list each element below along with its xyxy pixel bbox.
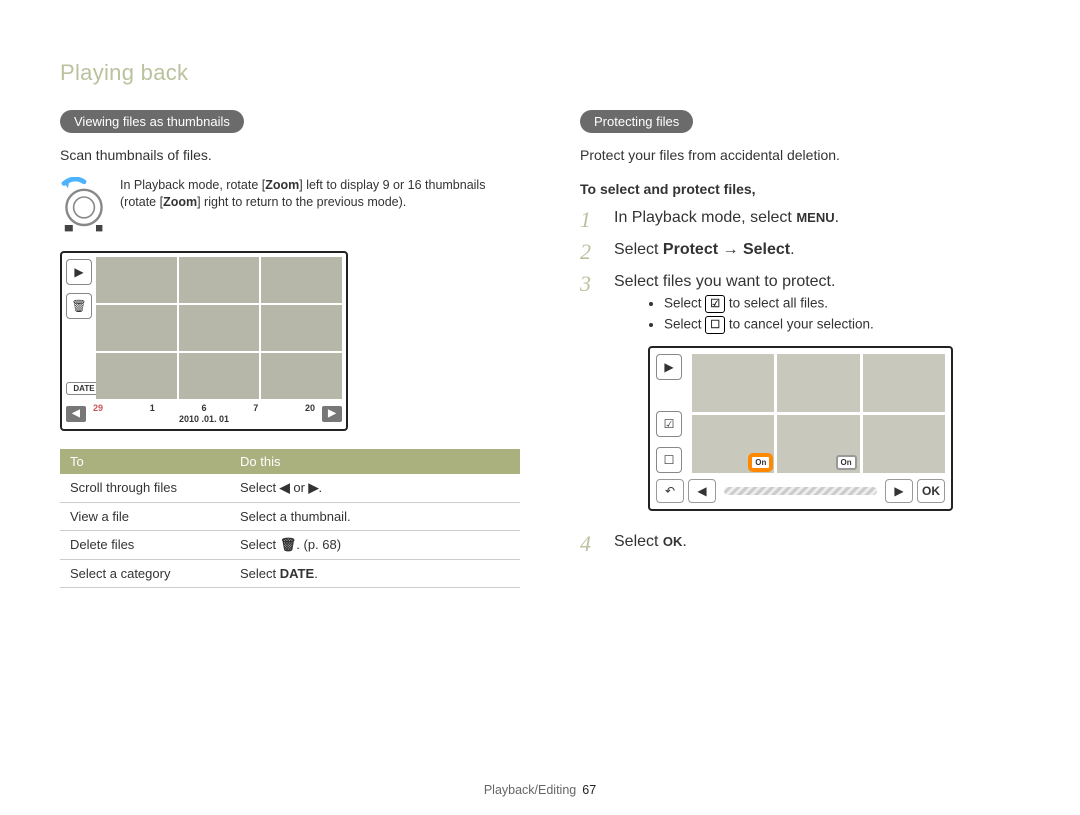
cal-num: 7 [253, 403, 258, 414]
step-2: Select Protect → Select. [580, 241, 1020, 263]
ok-icon: OK [917, 479, 945, 503]
intro-left: Scan thumbnails of files. [60, 147, 520, 163]
table-row: Delete files Select 🗑. (p. 68) [60, 530, 520, 559]
cal-sun: 29 [93, 403, 103, 414]
intro-right: Protect your files from accidental delet… [580, 147, 1020, 163]
zoom-tip: In Playback mode, rotate [Zoom] left to … [60, 177, 520, 233]
table-row: Select a category Select DATE. [60, 559, 520, 587]
pill-protecting-files: Protecting files [580, 110, 693, 133]
table-row: View a file Select a thumbnail. [60, 502, 520, 530]
th-to: To [60, 449, 230, 474]
ok-glyph: OK [663, 534, 683, 549]
select-all-icon: ☑ [656, 411, 682, 437]
cancel-selection-icon: ☐ [705, 316, 725, 334]
pill-viewing-thumbnails: Viewing files as thumbnails [60, 110, 244, 133]
step-3: Select files you want to protect. Select… [580, 273, 1020, 523]
scroll-track [724, 487, 877, 495]
table-row: Scroll through files Select ◀ or ▶. [60, 474, 520, 503]
left-column: Viewing files as thumbnails Scan thumbna… [60, 110, 520, 588]
bullet-select-all: Select ☑ to select all files. [664, 295, 953, 313]
date-glyph: DATE [280, 566, 314, 581]
right-arrow-icon: ▶ [309, 480, 319, 495]
play-icon: ▶ [66, 259, 92, 285]
actions-table: To Do this Scroll through files Select ◀… [60, 449, 520, 588]
protect-screen: ▶ ☑ ☐ On On [648, 346, 953, 511]
step-4: Select OK. [580, 533, 1020, 555]
back-icon: ↶ [656, 479, 684, 503]
steps-list: In Playback mode, select MENU. Select Pr… [580, 209, 1020, 555]
cal-num: 6 [201, 403, 206, 414]
trash-icon: 🗑 [66, 293, 92, 319]
page-footer: Playback/Editing67 [0, 783, 1080, 797]
th-do: Do this [230, 449, 520, 474]
right-column: Protecting files Protect your files from… [580, 110, 1020, 588]
select-all-icon: ☑ [705, 295, 725, 313]
menu-glyph: MENU [796, 210, 834, 225]
thumbnail-screen: ▶ 🗑 DATE ◀ [60, 251, 348, 431]
bullet-cancel: Select ☐ to cancel your selection. [664, 316, 953, 334]
zoom-dial-icon [60, 177, 108, 233]
nav-left-icon: ◀ [66, 406, 86, 422]
cal-num: 1 [150, 403, 155, 414]
subheading-select-protect: To select and protect files, [580, 181, 1020, 197]
cal-num: 20 [305, 403, 315, 414]
on-badge: On [836, 455, 857, 470]
nav-left-icon: ◀ [688, 479, 716, 503]
section-title: Playing back [60, 60, 1020, 86]
left-arrow-icon: ◀ [280, 480, 290, 495]
on-badge-selected: On [750, 455, 771, 470]
nav-right-icon: ▶ [322, 406, 342, 422]
play-icon: ▶ [656, 354, 682, 380]
cancel-selection-icon: ☐ [656, 447, 682, 473]
cal-date: 2010 .01. 01 [90, 414, 318, 425]
nav-right-icon: ▶ [885, 479, 913, 503]
step-1: In Playback mode, select MENU. [580, 209, 1020, 231]
zoom-tip-text: In Playback mode, rotate [Zoom] left to … [120, 177, 520, 211]
trash-icon: 🗑 [280, 537, 297, 552]
